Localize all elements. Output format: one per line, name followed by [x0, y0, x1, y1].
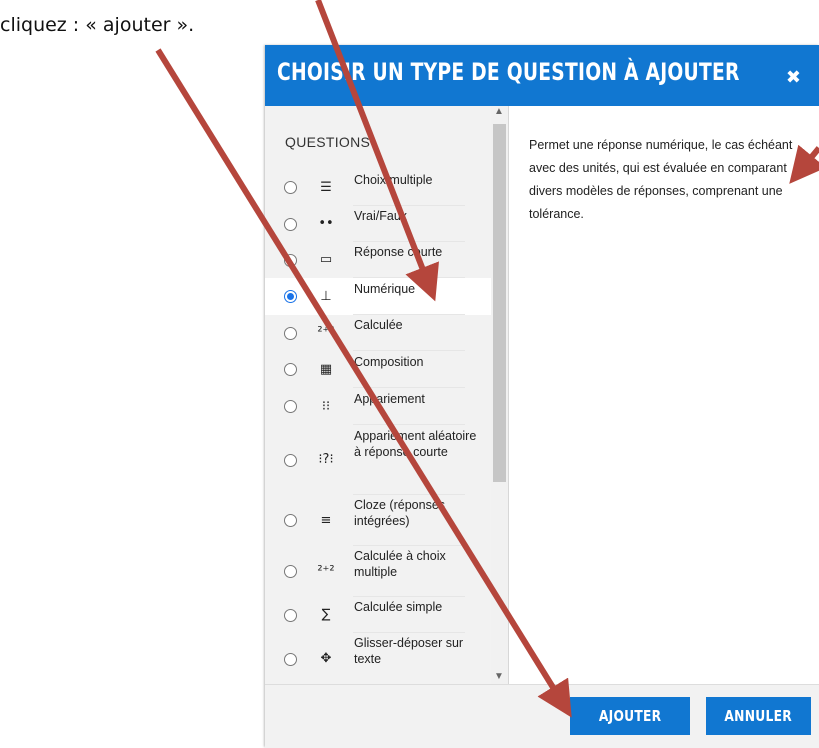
- question-type-icon: ✥: [320, 651, 332, 666]
- question-list: ☰ Choix multiple •• Vrai/Faux ▭ Réponse court…: [265, 169, 491, 684]
- radio-button[interactable]: [284, 217, 297, 231]
- question-type-icon: ²⁺²: [317, 563, 335, 579]
- scrollbar[interactable]: ▲ ▼: [491, 106, 508, 684]
- question-item[interactable]: ∑ Calculée simple: [265, 597, 491, 633]
- radio-button[interactable]: [284, 453, 297, 467]
- radio-button[interactable]: [284, 253, 297, 267]
- question-label: Choix multiple: [354, 172, 433, 187]
- question-type-icon: ▭: [319, 252, 333, 267]
- question-label: Appariement aléatoire à réponse courte: [354, 429, 477, 459]
- scroll-down-icon[interactable]: ▼: [494, 671, 504, 682]
- add-button-label: AJOUTER: [598, 707, 662, 725]
- question-item[interactable]: ⊥ Numérique: [265, 278, 491, 315]
- question-label: Cloze (réponses intégrées): [354, 497, 446, 528]
- question-type-icon: ²⁺²: [317, 325, 335, 340]
- question-item[interactable]: ²⁺² Calculée: [265, 315, 491, 351]
- radio-button[interactable]: [284, 514, 297, 527]
- question-item[interactable]: ▦ Composition: [265, 351, 491, 388]
- cancel-button-label: ANNULER: [724, 707, 793, 725]
- question-type-dialog: CHOISIR UN TYPE DE QUESTION À AJOUTER ✖ …: [265, 45, 819, 748]
- question-label: Vrai/Faux: [354, 209, 408, 223]
- question-label: Numérique: [354, 281, 416, 296]
- question-list-panel: QUESTIONS ☰ Choix multiple •• Vrai/Faux ▭ Rép…: [265, 106, 509, 684]
- question-type-description: Permet une réponse numérique, le cas éch…: [529, 138, 793, 221]
- add-button[interactable]: AJOUTER: [570, 697, 690, 735]
- scroll-thumb[interactable]: [493, 124, 506, 482]
- question-label: Glisser-déposer sur texte: [354, 636, 464, 666]
- dialog-header: CHOISIR UN TYPE DE QUESTION À AJOUTER ✖: [265, 45, 819, 106]
- radio-button[interactable]: [284, 652, 297, 666]
- question-label: Appariement: [354, 391, 425, 406]
- radio-button[interactable]: [284, 400, 297, 413]
- instruction-text: cliquez : « ajouter ».: [0, 14, 195, 36]
- question-label: Calculée: [354, 318, 403, 332]
- question-item[interactable]: ⁝?⁝ Appariement aléatoire à réponse court…: [265, 425, 491, 495]
- question-type-icon: ≡: [320, 512, 332, 528]
- question-item[interactable]: ▭ Réponse courte: [265, 242, 491, 278]
- question-item[interactable]: ≡ Cloze (réponses intégrées): [265, 495, 491, 546]
- radio-button[interactable]: [284, 565, 297, 578]
- question-label: Calculée simple: [354, 600, 443, 614]
- question-item[interactable]: ☰ Choix multiple: [265, 169, 491, 206]
- question-type-icon: ••: [318, 216, 334, 231]
- question-item[interactable]: ²⁺² Calculée à choix multiple: [265, 546, 491, 597]
- question-item[interactable]: •• Vrai/Faux: [265, 206, 491, 242]
- radio-button[interactable]: [284, 181, 297, 194]
- cancel-button[interactable]: ANNULER: [706, 697, 811, 735]
- description-panel: Permet une réponse numérique, le cas éch…: [509, 106, 819, 684]
- question-type-icon: ☰: [320, 179, 332, 195]
- question-label: Composition: [354, 354, 424, 369]
- question-type-icon: ∑: [321, 607, 331, 622]
- question-type-icon: ▦: [319, 361, 333, 377]
- dialog-footer: AJOUTER ANNULER: [265, 684, 819, 748]
- section-title: QUESTIONS: [285, 134, 371, 150]
- question-type-icon: ⊥: [320, 288, 332, 304]
- close-icon[interactable]: ✖: [786, 67, 801, 88]
- radio-button[interactable]: [284, 363, 297, 376]
- scroll-up-icon[interactable]: ▲: [494, 106, 504, 117]
- question-item[interactable]: ✥ Glisser-déposer sur texte: [265, 633, 491, 684]
- question-label: Réponse courte: [354, 245, 443, 259]
- question-item[interactable]: ⁝⁝ Appariement: [265, 388, 491, 425]
- radio-button[interactable]: [284, 290, 297, 303]
- question-type-icon: ⁝?⁝: [318, 452, 334, 467]
- dialog-title: CHOISIR UN TYPE DE QUESTION À AJOUTER: [277, 58, 740, 86]
- radio-button[interactable]: [284, 608, 297, 622]
- radio-button[interactable]: [284, 326, 297, 340]
- question-label: Calculée à choix multiple: [354, 548, 446, 579]
- question-type-icon: ⁝⁝: [321, 398, 331, 414]
